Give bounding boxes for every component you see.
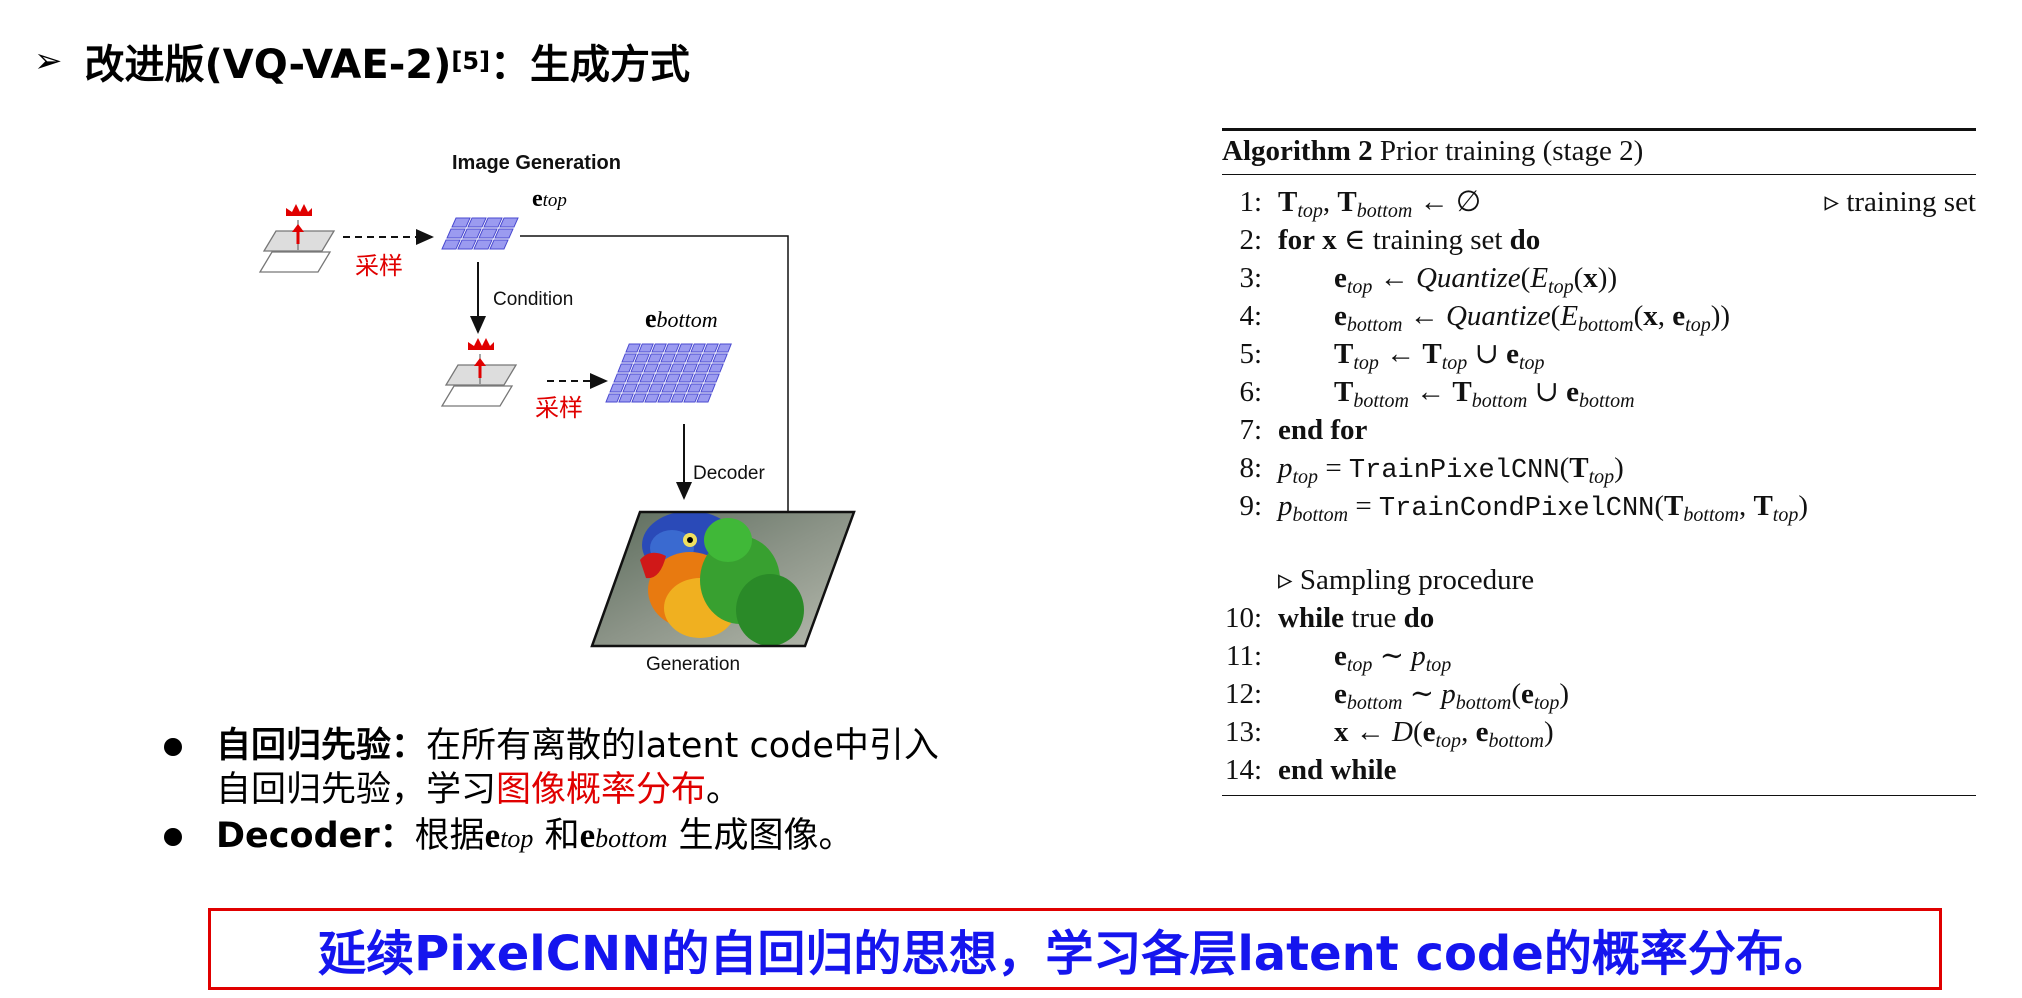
algo-line-7: 7: end for [1239, 414, 1368, 446]
latent-cell [716, 343, 732, 353]
latent-cell [647, 353, 663, 363]
condition-label: Condition [493, 289, 574, 310]
latent-cell [712, 353, 728, 363]
latent-cell [648, 383, 664, 393]
latent-cell [635, 383, 651, 393]
conclusion-box: 延续PixelCNN的自回归的思想，学习各层latent code的概率分布。 [208, 908, 1942, 990]
latent-cell [478, 228, 498, 239]
latent-cell [661, 383, 677, 393]
e-bottom-label: ebottom [645, 304, 718, 333]
latent-cell [700, 383, 716, 393]
algo-line-1: 1: Ttop, Tbottom ← ∅ ▹ training set [1239, 186, 1976, 222]
algo-line-11: 11: etop ∼ ptop [1226, 640, 1452, 676]
latent-cell [441, 239, 461, 250]
latent-cell [473, 239, 493, 250]
algo-line-12: 12: ebottom ∼ pbottom(etop) [1224, 678, 1570, 714]
algo-line-8: 8: ptop = TrainPixelCNN(Ttop) [1239, 452, 1624, 488]
latent-cell [467, 217, 487, 228]
decoder-label: Decoder [693, 463, 765, 484]
latent-cell [673, 353, 689, 363]
latent-cell [677, 343, 693, 353]
latent-cell [691, 373, 707, 383]
latent-cell [625, 343, 641, 353]
latent-cell [678, 373, 694, 383]
latent-cell [639, 373, 655, 383]
latent-cell [695, 363, 711, 373]
e-top-label: etop [532, 186, 567, 212]
generation-diagram [258, 204, 856, 648]
algo-line-13: 13: x ← D(etop, ebottom) [1224, 716, 1554, 752]
latent-cell [660, 353, 676, 363]
prior-bottom-icon [440, 338, 518, 407]
latent-cell [631, 393, 647, 403]
latent-cell [621, 353, 637, 363]
latent-cell [613, 373, 629, 383]
latent-cell [622, 383, 638, 393]
prior-top-icon [258, 204, 336, 273]
latent-cell [605, 393, 621, 403]
latent-cell [634, 353, 650, 363]
algorithm-header: Algorithm 2 Prior training (stage 2) [1222, 135, 1644, 167]
latent-cell [483, 217, 503, 228]
latent-cell [708, 363, 724, 373]
generated-image [590, 510, 856, 648]
latent-cell [617, 363, 633, 373]
bullet-autoregressive-prior: 自回归先验：在所有离散的latent code中引入 自回归先验，学习图像概率分… [162, 724, 939, 812]
latent-cell [489, 239, 509, 250]
sample-label-top: 采样 [355, 252, 403, 280]
latent-cell [669, 363, 685, 373]
latent-cell [451, 217, 471, 228]
algo-sampling-comment: ▹ Sampling procedure [1278, 564, 1535, 596]
e-top-grid [441, 217, 519, 250]
latent-cell [630, 363, 646, 373]
latent-cell [686, 353, 702, 363]
latent-cell [664, 343, 680, 353]
latent-cell [457, 239, 477, 250]
latent-cell [462, 228, 482, 239]
highlight-text: 图像概率分布 [496, 770, 707, 810]
figure-heading: Image Generation [452, 152, 621, 174]
latent-cell [657, 393, 673, 403]
bullet-dot-icon [164, 828, 182, 846]
algo-line-2: 2: for x ∈ training set do [1239, 224, 1541, 256]
latent-cell [696, 393, 712, 403]
latent-cell [703, 343, 719, 353]
latent-cell [618, 393, 634, 403]
algo-line-10: 10: while true do [1224, 602, 1435, 634]
algo-line-14: 14: end while [1224, 754, 1397, 786]
algo-line-3: 3: etop ← Quantize(Etop(x)) [1239, 262, 1618, 298]
algo-line-5: 5: Ttop ← Ttop ∪ etop [1239, 338, 1545, 374]
latent-cell [499, 217, 519, 228]
latent-cell [609, 383, 625, 393]
latent-cell [690, 343, 706, 353]
latent-cell [651, 343, 667, 353]
latent-cell [670, 393, 686, 403]
latent-cell [494, 228, 514, 239]
algo-line-4: 4: ebottom ← Quantize(Ebottom(x, etop)) [1239, 300, 1731, 336]
latent-cell [699, 353, 715, 363]
latent-cell [683, 393, 699, 403]
bullet-dot-icon [164, 738, 182, 756]
bullet-list: 自回归先验：在所有离散的latent code中引入 自回归先验，学习图像概率分… [162, 724, 939, 861]
latent-cell [446, 228, 466, 239]
sample-label-bottom: 采样 [535, 394, 583, 422]
latent-cell [626, 373, 642, 383]
algorithm-box: Algorithm 2 Prior training (stage 2) 1: … [1222, 128, 1976, 796]
latent-cell [687, 383, 703, 393]
latent-cell [665, 373, 681, 383]
latent-cell [638, 343, 654, 353]
latent-cell [656, 363, 672, 373]
algo-line-6: 6: Tbottom ← Tbottom ∪ ebottom [1239, 376, 1635, 412]
latent-cell [682, 363, 698, 373]
latent-cell [652, 373, 668, 383]
generation-label: Generation [646, 654, 741, 675]
algo-line-9: 9: pbottom = TrainCondPixelCNN(Tbottom, … [1239, 490, 1809, 526]
latent-cell [644, 393, 660, 403]
e-bottom-grid [605, 343, 732, 403]
latent-cell [704, 373, 720, 383]
bullet-decoder: Decoder：根据etop 和ebottom 生成图像。 [162, 814, 939, 861]
latent-cell [674, 383, 690, 393]
latent-cell [643, 363, 659, 373]
